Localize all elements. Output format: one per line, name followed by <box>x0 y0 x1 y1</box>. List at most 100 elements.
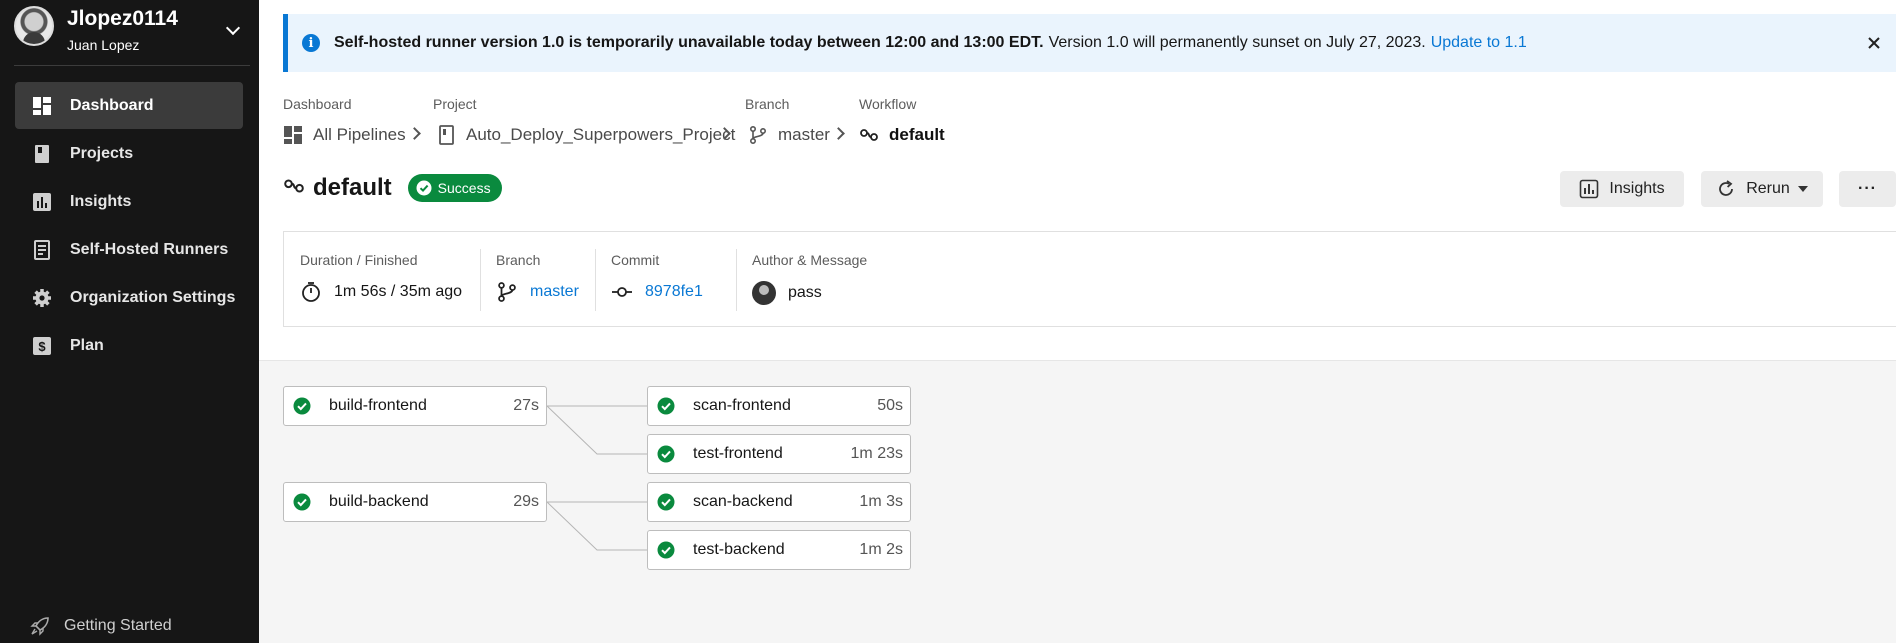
commit-message: pass <box>788 284 822 301</box>
duration-value: 1m 56s / 35m ago <box>300 281 462 303</box>
user-menu[interactable]: Jlopez0114 Juan Lopez <box>14 6 254 54</box>
sidebar-item-dashboard[interactable]: Dashboard <box>15 82 243 129</box>
sidebar-item-insights[interactable]: Insights <box>15 178 243 225</box>
insights-icon <box>1580 179 1599 199</box>
check-circle-icon <box>657 493 675 511</box>
caret-down-icon <box>1797 186 1808 192</box>
branch-link: master <box>530 283 579 300</box>
breadcrumb-label-workflow: Workflow <box>859 96 917 112</box>
sidebar-item-label: Insights <box>70 192 132 210</box>
check-circle-icon <box>657 397 675 415</box>
status-badge: Success <box>407 174 502 202</box>
job-duration: 1m 23s <box>850 445 903 462</box>
author-value: pass <box>736 281 822 305</box>
summary-card: Duration / Finished 1m 56s / 35m ago Bra… <box>283 231 1896 327</box>
branch-icon <box>498 282 516 302</box>
commit-label: Commit <box>611 252 660 268</box>
close-icon[interactable] <box>1864 33 1884 53</box>
chevron-right-icon <box>832 127 845 140</box>
page-title-row: default Success <box>283 174 502 202</box>
job-duration: 50s <box>877 397 903 414</box>
breadcrumb-value: All Pipelines <box>313 125 406 144</box>
job-scan-frontend[interactable]: scan-frontend 50s <box>647 386 911 426</box>
job-name: test-backend <box>693 541 785 558</box>
sidebar-item-label: Self-Hosted Runners <box>70 240 229 258</box>
status-badge-label: Success <box>437 180 491 196</box>
rerun-button-label: Rerun <box>1746 180 1790 197</box>
workflow-graph: build-frontend 27s scan-frontend 50s tes… <box>259 360 1896 643</box>
dashboard-icon <box>32 96 52 116</box>
commit-value[interactable]: 8978fe1 <box>611 281 703 303</box>
getting-started-link[interactable]: Getting Started <box>30 616 172 636</box>
branch-value[interactable]: master <box>496 281 579 303</box>
job-name: build-frontend <box>329 397 427 414</box>
sidebar-item-label: Dashboard <box>70 96 154 114</box>
commit-icon <box>612 287 632 297</box>
rerun-button[interactable]: Rerun <box>1701 171 1823 207</box>
job-build-frontend[interactable]: build-frontend 27s <box>283 386 547 426</box>
check-circle-icon <box>657 445 675 463</box>
breadcrumb-value: Auto_Deploy_Superpowers_Project <box>466 125 736 144</box>
timer-icon <box>302 282 320 302</box>
sidebar-item-plan[interactable]: $ Plan <box>15 322 243 369</box>
author-label: Author & Message <box>752 252 868 268</box>
sidebar-nav: Dashboard Projects Insights Self-Hosted … <box>15 82 243 370</box>
svg-text:$: $ <box>38 339 46 354</box>
sidebar-item-self-hosted-runners[interactable]: Self-Hosted Runners <box>15 226 243 273</box>
breadcrumb-value: master <box>778 125 830 144</box>
chevron-right-icon <box>408 127 421 140</box>
insights-icon <box>32 192 52 212</box>
avatar <box>14 6 54 46</box>
getting-started-label: Getting Started <box>64 617 172 634</box>
sidebar-item-organization-settings[interactable]: Organization Settings <box>15 274 243 321</box>
breadcrumb-label-project: Project <box>433 96 477 112</box>
book-icon <box>32 144 52 164</box>
breadcrumb-label-branch: Branch <box>745 96 790 112</box>
job-duration: 27s <box>513 397 539 414</box>
rocket-icon <box>30 616 50 636</box>
sidebar-item-label: Projects <box>70 144 134 162</box>
check-circle-icon <box>293 493 311 511</box>
check-circle-icon <box>293 397 311 415</box>
workflow-icon <box>283 175 305 202</box>
user-full-name: Juan Lopez <box>67 37 140 53</box>
gear-icon <box>32 288 52 308</box>
breadcrumb-workflow[interactable]: default <box>859 124 945 146</box>
page-title: default <box>313 174 392 201</box>
job-test-frontend[interactable]: test-frontend 1m 23s <box>647 434 911 474</box>
job-duration: 1m 2s <box>859 541 903 558</box>
sidebar-item-label: Organization Settings <box>70 288 236 306</box>
check-circle-icon <box>657 541 675 559</box>
sidebar-item-projects[interactable]: Projects <box>15 130 243 177</box>
job-duration: 29s <box>513 493 539 510</box>
breadcrumb-all-pipelines[interactable]: All Pipelines <box>283 124 406 146</box>
info-icon: i <box>302 34 320 52</box>
job-scan-backend[interactable]: scan-backend 1m 3s <box>647 482 911 522</box>
sidebar-item-label: Plan <box>70 336 104 354</box>
breadcrumb-project[interactable]: Auto_Deploy_Superpowers_Project <box>436 124 735 146</box>
breadcrumb-label-dashboard: Dashboard <box>283 96 352 112</box>
job-duration: 1m 3s <box>859 493 903 510</box>
breadcrumb-branch[interactable]: master <box>748 124 830 146</box>
check-circle-icon <box>416 180 432 196</box>
divider <box>595 249 596 311</box>
dashboard-icon <box>283 124 305 146</box>
divider <box>480 249 481 311</box>
workflow-icon <box>859 124 881 146</box>
book-icon <box>436 124 458 146</box>
chevron-down-icon[interactable] <box>225 20 241 36</box>
job-name: test-frontend <box>693 445 783 462</box>
job-test-backend[interactable]: test-backend 1m 2s <box>647 530 911 570</box>
duration-text: 1m 56s / 35m ago <box>334 283 463 300</box>
banner-bold-text: Self-hosted runner version 1.0 is tempor… <box>334 34 1044 51</box>
username: Jlopez0114 <box>67 7 178 30</box>
job-build-backend[interactable]: build-backend 29s <box>283 482 547 522</box>
insights-button[interactable]: Insights <box>1560 171 1684 207</box>
update-link[interactable]: Update to 1.1 <box>1431 34 1527 52</box>
duration-label: Duration / Finished <box>300 252 418 268</box>
rerun-icon <box>1719 180 1734 196</box>
more-actions-button[interactable]: ··· <box>1839 171 1896 207</box>
branch-icon <box>748 124 770 146</box>
breadcrumb-value: default <box>889 125 945 144</box>
sidebar: Jlopez0114 Juan Lopez Dashboard Projects… <box>0 0 259 643</box>
